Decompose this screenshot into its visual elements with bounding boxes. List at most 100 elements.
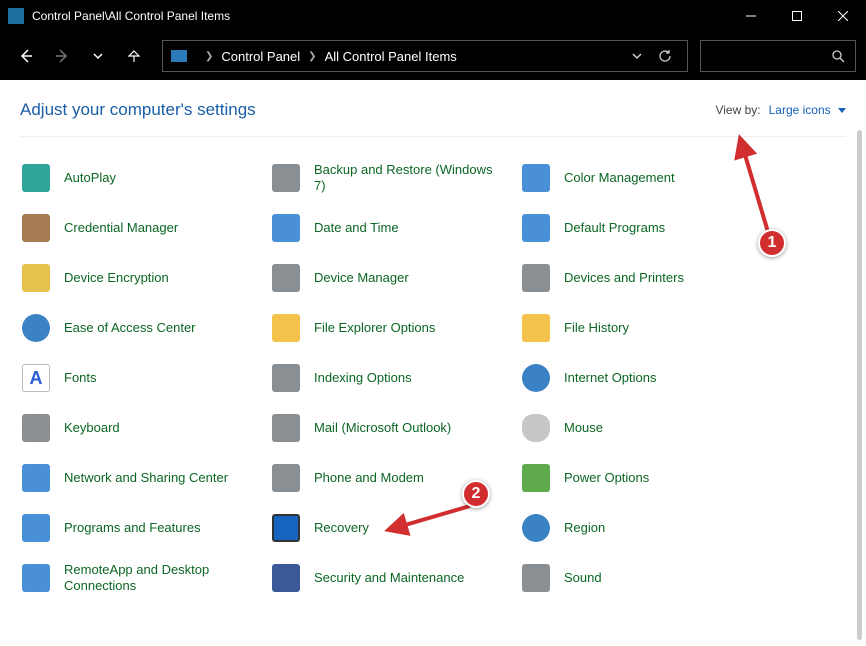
item-autoplay[interactable]: AutoPlay: [20, 161, 270, 195]
item-mail-microsoft-outlook[interactable]: Mail (Microsoft Outlook): [270, 411, 520, 445]
item-default-programs[interactable]: Default Programs: [520, 211, 770, 245]
item-label: Ease of Access Center: [64, 320, 196, 336]
item-power-options[interactable]: Power Options: [520, 461, 770, 495]
item-label: Mouse: [564, 420, 603, 436]
forward-button[interactable]: [46, 40, 78, 72]
view-by-dropdown[interactable]: Large icons: [769, 103, 846, 117]
minimize-button[interactable]: [728, 0, 774, 32]
annotation-marker-1: 1: [758, 229, 786, 257]
item-backup-and-restore-windows-7[interactable]: Backup and Restore (Windows 7): [270, 161, 520, 195]
search-icon: [831, 49, 845, 63]
backup-and-restore-windows-7-icon: [270, 162, 302, 194]
item-keyboard[interactable]: Keyboard: [20, 411, 270, 445]
phone-and-modem-icon: [270, 462, 302, 494]
security-and-maintenance-icon: [270, 562, 302, 594]
item-label: File Explorer Options: [314, 320, 435, 336]
item-remoteapp-and-desktop-connections[interactable]: RemoteApp and Desktop Connections: [20, 561, 270, 595]
remoteapp-and-desktop-connections-icon: [20, 562, 52, 594]
item-indexing-options[interactable]: Indexing Options: [270, 361, 520, 395]
file-explorer-options-icon: [270, 312, 302, 344]
recent-dropdown[interactable]: [82, 40, 114, 72]
item-label: Devices and Printers: [564, 270, 684, 286]
item-internet-options[interactable]: Internet Options: [520, 361, 770, 395]
item-label: Sound: [564, 570, 602, 586]
programs-and-features-icon: [20, 512, 52, 544]
item-label: Region: [564, 520, 605, 536]
item-label: Fonts: [64, 370, 97, 386]
view-by-label: View by:: [715, 103, 760, 117]
item-label: Network and Sharing Center: [64, 470, 228, 486]
item-devices-and-printers[interactable]: Devices and Printers: [520, 261, 770, 295]
item-label: Credential Manager: [64, 220, 178, 236]
item-label: Date and Time: [314, 220, 399, 236]
ease-of-access-center-icon: [20, 312, 52, 344]
item-date-and-time[interactable]: Date and Time: [270, 211, 520, 245]
item-label: Keyboard: [64, 420, 120, 436]
refresh-button[interactable]: [651, 49, 679, 63]
item-label: Recovery: [314, 520, 369, 536]
item-file-explorer-options[interactable]: File Explorer Options: [270, 311, 520, 345]
item-label: Security and Maintenance: [314, 570, 464, 586]
indexing-options-icon: [270, 362, 302, 394]
item-recovery[interactable]: Recovery: [270, 511, 520, 545]
item-sound[interactable]: Sound: [520, 561, 770, 595]
item-label: Internet Options: [564, 370, 657, 386]
credential-manager-icon: [20, 212, 52, 244]
mail-microsoft-outlook-icon: [270, 412, 302, 444]
address-bar[interactable]: ❯ Control Panel ❯ All Control Panel Item…: [162, 40, 688, 72]
item-credential-manager[interactable]: Credential Manager: [20, 211, 270, 245]
nav-bar: ❯ Control Panel ❯ All Control Panel Item…: [0, 32, 866, 80]
item-label: Power Options: [564, 470, 649, 486]
item-network-and-sharing-center[interactable]: Network and Sharing Center: [20, 461, 270, 495]
item-file-history[interactable]: File History: [520, 311, 770, 345]
address-dropdown[interactable]: [623, 51, 651, 61]
item-mouse[interactable]: Mouse: [520, 411, 770, 445]
item-ease-of-access-center[interactable]: Ease of Access Center: [20, 311, 270, 345]
search-input[interactable]: [700, 40, 856, 72]
item-label: File History: [564, 320, 629, 336]
item-label: Phone and Modem: [314, 470, 424, 486]
item-label: AutoPlay: [64, 170, 116, 186]
item-region[interactable]: Region: [520, 511, 770, 545]
window-title: Control Panel\All Control Panel Items: [32, 9, 728, 23]
maximize-button[interactable]: [774, 0, 820, 32]
devices-and-printers-icon: [520, 262, 552, 294]
device-encryption-icon: [20, 262, 52, 294]
item-programs-and-features[interactable]: Programs and Features: [20, 511, 270, 545]
up-button[interactable]: [118, 40, 150, 72]
item-fonts[interactable]: A Fonts: [20, 361, 270, 395]
item-label: Device Manager: [314, 270, 409, 286]
recovery-icon: [270, 512, 302, 544]
item-label: Device Encryption: [64, 270, 169, 286]
chevron-down-icon: [838, 108, 846, 113]
power-options-icon: [520, 462, 552, 494]
items-grid: AutoPlay Backup and Restore (Windows 7) Co…: [20, 161, 866, 595]
content-area: Adjust your computer's settings View by:…: [0, 80, 866, 646]
fonts-icon: A: [20, 362, 52, 394]
item-color-management[interactable]: Color Management: [520, 161, 770, 195]
scrollbar[interactable]: [857, 130, 862, 640]
item-security-and-maintenance[interactable]: Security and Maintenance: [270, 561, 520, 595]
control-panel-icon: [171, 50, 187, 62]
item-label: Color Management: [564, 170, 675, 186]
mouse-icon: [520, 412, 552, 444]
sound-icon: [520, 562, 552, 594]
date-and-time-icon: [270, 212, 302, 244]
keyboard-icon: [20, 412, 52, 444]
default-programs-icon: [520, 212, 552, 244]
back-button[interactable]: [10, 40, 42, 72]
item-device-manager[interactable]: Device Manager: [270, 261, 520, 295]
region-icon: [520, 512, 552, 544]
close-button[interactable]: [820, 0, 866, 32]
item-device-encryption[interactable]: Device Encryption: [20, 261, 270, 295]
chevron-right-icon: ❯: [308, 51, 316, 62]
autoplay-icon: [20, 162, 52, 194]
window-titlebar: Control Panel\All Control Panel Items: [0, 0, 866, 32]
item-label: Default Programs: [564, 220, 665, 236]
app-icon: [8, 8, 24, 24]
breadcrumb-root[interactable]: Control Panel: [221, 49, 300, 64]
breadcrumb-current[interactable]: All Control Panel Items: [325, 49, 457, 64]
item-label: Programs and Features: [64, 520, 201, 536]
item-label: Indexing Options: [314, 370, 412, 386]
item-label: RemoteApp and Desktop Connections: [64, 562, 244, 593]
